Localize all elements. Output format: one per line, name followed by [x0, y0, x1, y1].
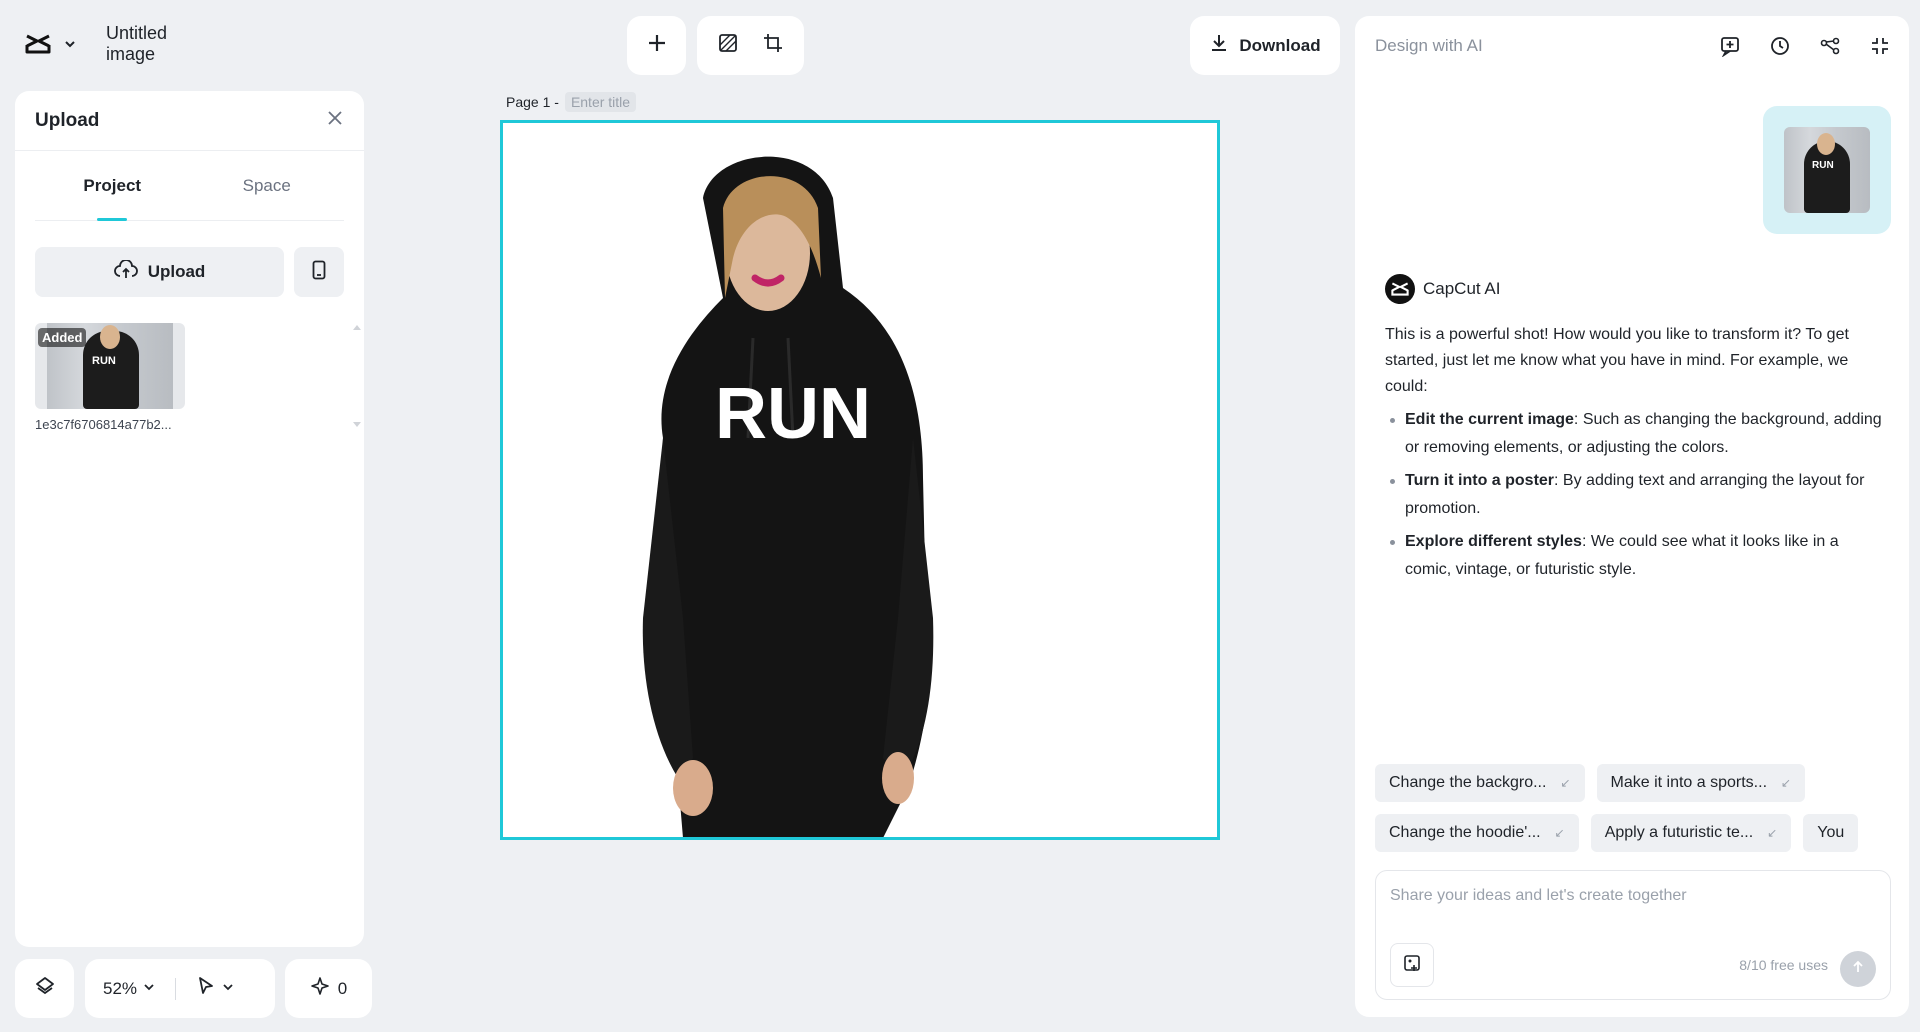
user-image-text: RUN [1812, 160, 1834, 171]
chip-label: Change the backgro... [1389, 774, 1547, 791]
chevron-down-icon[interactable] [143, 980, 155, 998]
page-number: Page 1 - [506, 94, 559, 110]
added-badge: Added [38, 328, 87, 347]
prompt-chip[interactable]: You [1803, 814, 1859, 852]
ai-panel-actions [1719, 35, 1891, 57]
ai-intro-text: This is a powerful shot! How would you l… [1385, 326, 1849, 395]
page-label: Page 1 - Enter title [506, 92, 637, 112]
arrow-down-left-icon: ↙ [1554, 826, 1565, 840]
divider [175, 977, 177, 1000]
arrow-down-left-icon: ↙ [1767, 826, 1778, 840]
chip-label: You [1817, 824, 1845, 841]
ai-panel: Design with AI RUN CapCut AI This is a p… [1355, 16, 1909, 1017]
free-uses-counter: 8/10 free uses [1739, 957, 1828, 973]
ai-message: CapCut AI This is a powerful shot! How w… [1385, 274, 1885, 589]
resize-icon[interactable] [762, 32, 784, 59]
ai-panel-header: Design with AI [1355, 16, 1909, 76]
image-add-icon [1402, 953, 1422, 978]
upload-button-label: Upload [147, 262, 206, 281]
upload-button[interactable]: Upload [35, 247, 284, 297]
cloud-upload-icon [113, 258, 138, 285]
capcut-logo-icon[interactable] [24, 29, 53, 59]
tab-space[interactable]: Space [190, 151, 345, 220]
chevron-down-icon[interactable] [222, 980, 234, 998]
arrow-up-icon [1851, 960, 1865, 979]
chip-label: Change the hoodie'... [1389, 824, 1541, 841]
suggestion-title: Explore different styles [1405, 533, 1582, 550]
send-button[interactable] [1840, 951, 1876, 987]
ai-suggestion-list: Edit the current image: Such as changing… [1385, 406, 1885, 584]
canvas-tools [697, 16, 804, 75]
prompt-chip[interactable]: Change the backgro... ↙ [1375, 764, 1585, 802]
page-title-input[interactable]: Enter title [564, 92, 637, 112]
prompt-input[interactable] [1390, 887, 1870, 905]
asset-image-text: RUN [92, 355, 116, 367]
upload-panel: Upload Project Space Upload Added RUN 1e… [15, 91, 364, 947]
prompt-chip[interactable]: Apply a futuristic te... ↙ [1590, 814, 1792, 852]
suggestion-title: Edit the current image [1405, 411, 1574, 428]
tab-project[interactable]: Project [35, 151, 190, 221]
canvas-photo[interactable]: RUN [583, 138, 983, 838]
list-item: Turn it into a poster: By adding text an… [1385, 467, 1885, 523]
upload-panel-title: Upload [35, 109, 100, 131]
ai-sender-name: CapCut AI [1423, 279, 1501, 298]
chip-label: Apply a futuristic te... [1604, 824, 1754, 841]
share-icon[interactable] [1819, 35, 1841, 57]
suggestion-title: Turn it into a poster [1405, 472, 1555, 489]
app-header: Untitled image [10, 14, 240, 74]
sparkle-icon [310, 976, 330, 1001]
list-item: Edit the current image: Such as changing… [1385, 406, 1885, 462]
upload-tabs: Project Space [35, 151, 344, 221]
design-canvas[interactable]: RUN [500, 120, 1220, 840]
close-icon[interactable] [326, 109, 344, 132]
capcut-logo-icon [1385, 274, 1415, 304]
mobile-icon [312, 260, 326, 285]
history-icon[interactable] [1769, 35, 1791, 57]
background-icon[interactable] [717, 32, 739, 59]
layers-button[interactable] [15, 959, 74, 1018]
zoom-level[interactable]: 52% [103, 979, 137, 999]
list-item: Explore different styles: We could see w… [1385, 528, 1885, 584]
download-icon [1209, 33, 1229, 58]
collapse-icon[interactable] [1869, 35, 1891, 57]
credits-count: 0 [337, 978, 348, 998]
prompt-chips: Change the hoodie'... ↙ Apply a futuristi… [1375, 814, 1891, 852]
asset-item[interactable]: Added RUN 1e3c7f6706814a77b2... [35, 323, 185, 432]
prompt-chips: Change the backgro... ↙ Make it into a sp… [1375, 764, 1806, 802]
new-chat-icon[interactable] [1719, 35, 1741, 57]
user-uploaded-image[interactable]: RUN [1763, 106, 1891, 234]
asset-filename: 1e3c7f6706814a77b2... [35, 417, 172, 432]
prompt-box: 8/10 free uses [1375, 870, 1891, 1000]
zoom-control: 52% [85, 959, 275, 1018]
mobile-upload-button[interactable] [294, 247, 344, 297]
pointer-icon[interactable] [196, 976, 216, 1001]
ai-sender: CapCut AI [1385, 274, 1885, 304]
asset-thumbnail[interactable]: Added RUN [35, 323, 185, 409]
hoodie-text: RUN [715, 374, 871, 454]
arrow-down-left-icon: ↙ [1560, 776, 1571, 790]
ai-panel-title: Design with AI [1375, 36, 1483, 55]
user-image-thumbnail: RUN [1784, 127, 1870, 213]
download-label: Download [1239, 35, 1321, 55]
chevron-down-icon[interactable] [63, 36, 78, 52]
add-button[interactable] [627, 16, 686, 75]
layers-icon [34, 975, 56, 1002]
scroll-down-arrow[interactable] [353, 422, 361, 427]
prompt-chip[interactable]: Make it into a sports... ↙ [1596, 764, 1806, 802]
document-title[interactable]: Untitled image [95, 15, 226, 73]
plus-icon [646, 32, 668, 59]
upload-actions: Upload [35, 247, 344, 297]
credits-button[interactable]: 0 [285, 959, 372, 1018]
arrow-down-left-icon: ↙ [1781, 776, 1792, 790]
attach-image-button[interactable] [1390, 943, 1434, 987]
download-button[interactable]: Download [1190, 16, 1340, 75]
chip-label: Make it into a sports... [1610, 774, 1768, 791]
scroll-up-arrow[interactable] [353, 325, 361, 330]
upload-panel-header: Upload [15, 91, 364, 151]
prompt-chip[interactable]: Change the hoodie'... ↙ [1375, 814, 1579, 852]
